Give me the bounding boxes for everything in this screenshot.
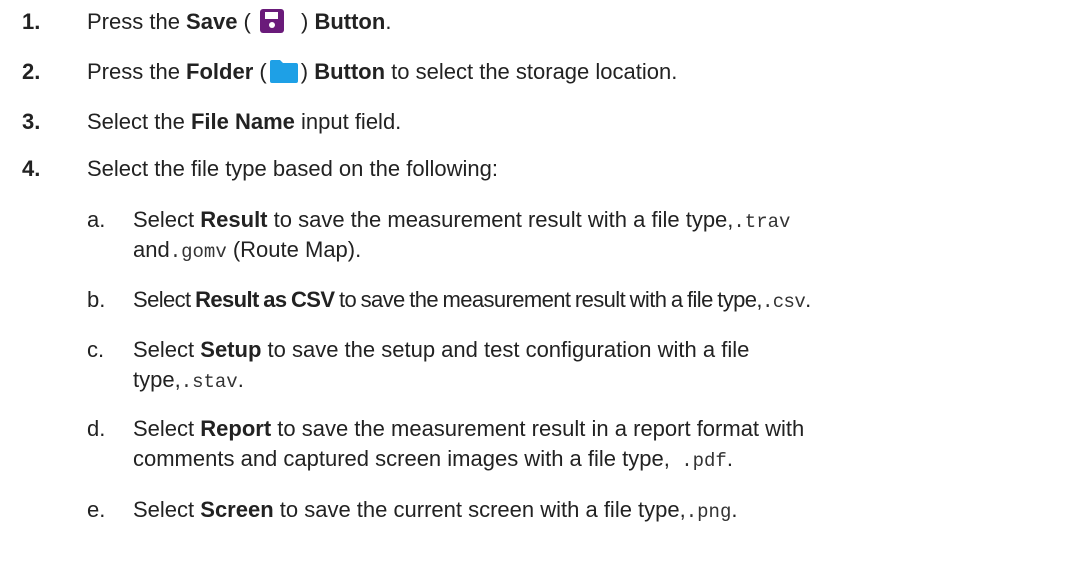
bold-term: File Name xyxy=(190,109,295,134)
text-run: to select the storage location. xyxy=(385,59,678,84)
substep-text: Select Result as CSV to save the measure… xyxy=(133,286,811,316)
bold-term: Button xyxy=(314,9,386,34)
substep-letter: a. xyxy=(87,207,106,232)
text-run: . xyxy=(237,367,244,392)
step-text: Press the Save ( ) Button. xyxy=(87,8,391,36)
step-number: 4. xyxy=(22,156,41,181)
text-run: ) xyxy=(294,9,315,34)
text-run: to save the measurement result with a fi… xyxy=(267,207,734,232)
text-run: ( xyxy=(237,9,251,34)
text-run: ( xyxy=(253,59,267,84)
bold-term: Report xyxy=(200,416,272,441)
bold-term: Result as CSV xyxy=(195,287,335,312)
text-run: . xyxy=(385,9,392,34)
text-run: (Route Map). xyxy=(226,237,362,262)
bold-term: Folder xyxy=(186,59,254,84)
substep-letter: c. xyxy=(87,337,105,362)
text-run: Press the xyxy=(87,9,187,34)
text-run: to save the measurement result with a fi… xyxy=(334,287,763,312)
substep-text: Select Result to save the measurement re… xyxy=(133,206,790,236)
text-run: ) xyxy=(300,59,315,84)
bold-term: Screen xyxy=(200,497,274,522)
text-run: Select xyxy=(133,497,201,522)
text-run: Select xyxy=(133,416,201,441)
text-run: comments and captured screen images with… xyxy=(133,446,670,471)
file-extension: .stav xyxy=(180,371,238,393)
substep-text: Select Report to save the measurement re… xyxy=(133,415,804,443)
text-run: Press the xyxy=(87,59,187,84)
text-run: Select xyxy=(133,207,201,232)
floppy-disk-save-icon xyxy=(259,9,284,33)
substep-text: type,.stav. xyxy=(133,366,244,396)
file-extension: .csv xyxy=(761,291,806,313)
step-text: Select the File Name input field. xyxy=(87,108,401,136)
text-run: Select xyxy=(133,287,196,312)
file-extension: .png xyxy=(685,501,732,523)
bold-term: Button xyxy=(314,59,386,84)
substep-text: Select Setup to save the setup and test … xyxy=(133,336,749,364)
text-run: . xyxy=(731,497,738,522)
text-run: . xyxy=(726,446,733,471)
file-extension: .trav xyxy=(733,211,791,233)
text-run: input field. xyxy=(294,109,402,134)
step-number: 2. xyxy=(22,59,41,84)
step-number: 1. xyxy=(22,9,41,34)
step-text: Press the Folder () Button to select the… xyxy=(87,58,677,86)
folder-icon xyxy=(269,60,298,83)
bold-term: Result xyxy=(200,207,268,232)
step-text: Select the file type based on the follow… xyxy=(87,156,498,181)
text-run: to save the current screen with a file t… xyxy=(273,497,686,522)
file-extension: .pdf xyxy=(669,450,727,472)
instruction-document: 1. Press the Save ( ) Button. 2. Press t… xyxy=(0,0,1082,571)
text-run: to save the measurement result in a repo… xyxy=(271,416,805,441)
text-run: to save the setup and test configuration… xyxy=(261,337,750,362)
file-extension: .gomv xyxy=(169,241,227,263)
substep-letter: e. xyxy=(87,497,106,522)
step-number: 3. xyxy=(22,109,41,134)
substep-text: and.gomv (Route Map). xyxy=(133,236,361,266)
text-run: Select xyxy=(133,337,201,362)
bold-term: Save xyxy=(186,9,238,34)
substep-text: Select Screen to save the current screen… xyxy=(133,496,737,526)
substep-letter: d. xyxy=(87,416,106,441)
text-run: Select the xyxy=(87,109,191,134)
text-run: and xyxy=(133,237,170,262)
text-run: . xyxy=(805,287,811,312)
substep-letter: b. xyxy=(87,287,106,312)
substep-text: comments and captured screen images with… xyxy=(133,445,733,475)
bold-term: Setup xyxy=(200,337,262,362)
text-run: type, xyxy=(133,367,181,392)
